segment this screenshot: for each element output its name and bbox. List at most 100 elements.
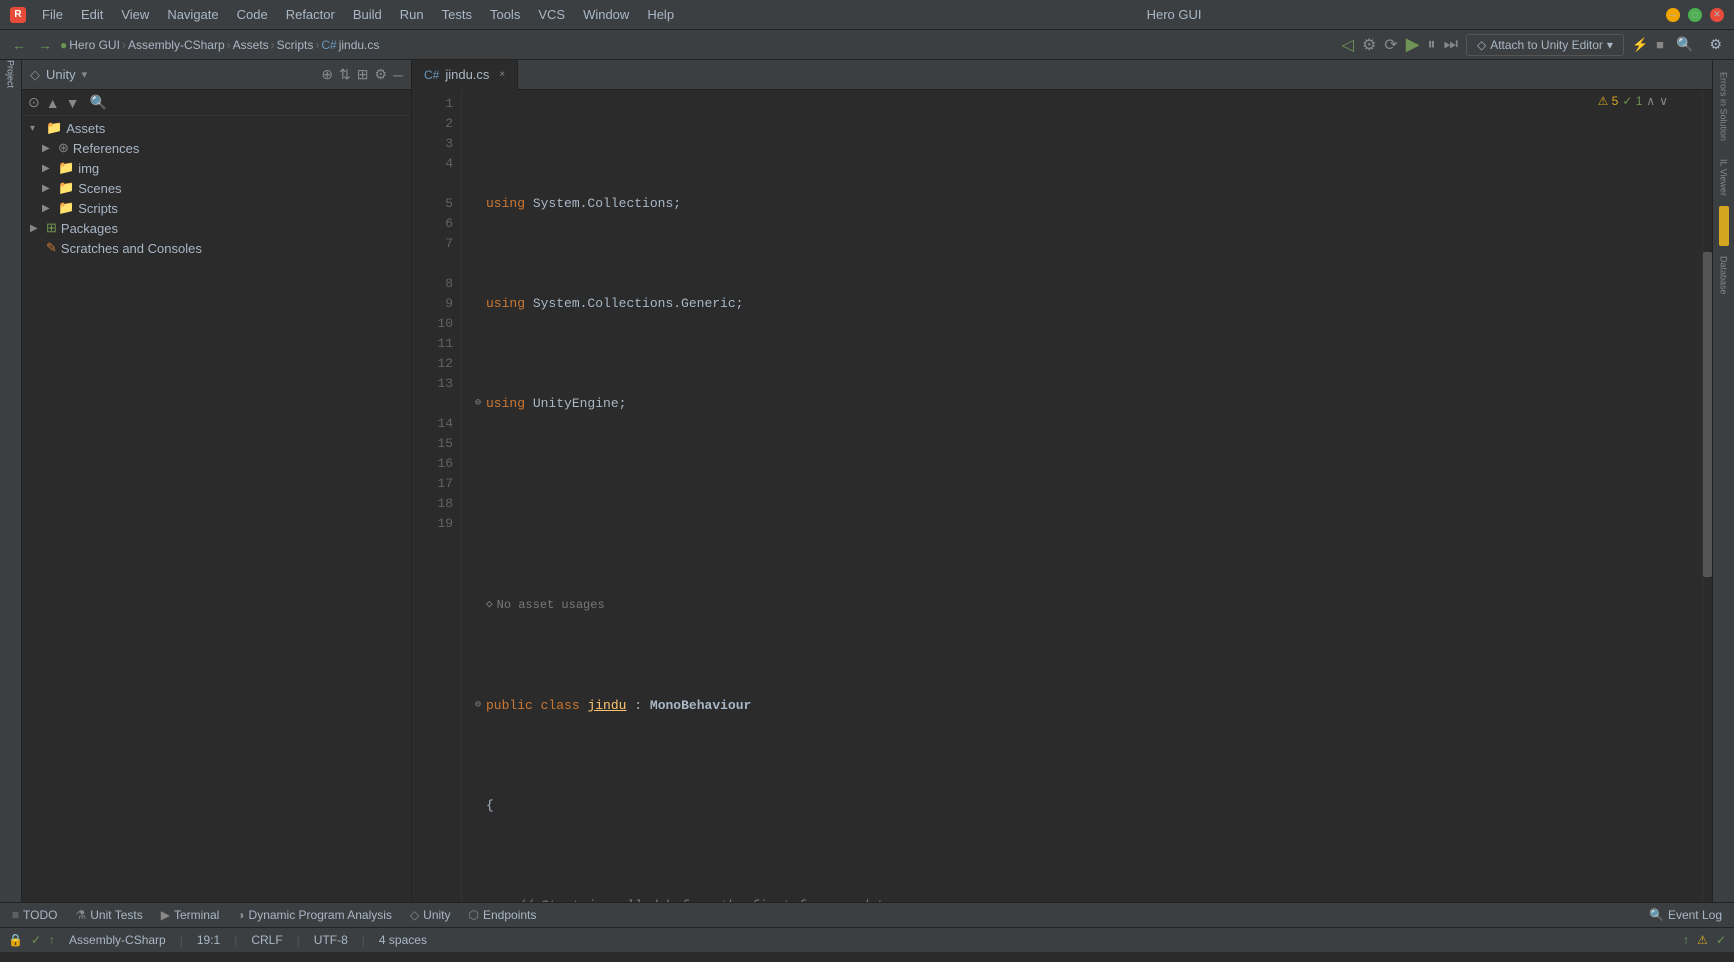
database-scroll-indicator[interactable] (1719, 206, 1729, 246)
tab-csharp-icon: C# (424, 68, 439, 82)
bottom-tab-dpa[interactable]: ◑ Dynamic Program Analysis (229, 906, 400, 924)
nav-plugin-icon[interactable]: ⚡ (1632, 37, 1648, 53)
line-num-13: 13 (416, 374, 453, 394)
sort-icon[interactable]: ⇅ (339, 66, 351, 83)
tab-close-icon[interactable]: × (499, 69, 505, 80)
fold-3[interactable]: ⊖ (470, 394, 486, 414)
project-header-icons: ⊕ ⇅ ⊞ ⚙ ─ (321, 66, 403, 83)
menu-help[interactable]: Help (639, 5, 682, 24)
bottom-tab-todo[interactable]: ≡ TODO (4, 906, 65, 924)
tree-item-img[interactable]: ▶ 📁 img (22, 158, 411, 178)
nav-forward-icon[interactable]: → (34, 35, 56, 55)
menu-bar: File Edit View Navigate Code Refactor Bu… (34, 5, 682, 24)
status-git-icon: ↑ (1683, 933, 1689, 947)
line-num-14: 14 (416, 414, 453, 434)
error-nav-down[interactable]: ∨ (1659, 94, 1668, 108)
toolbar-copy-icon[interactable]: ⊙ (28, 94, 40, 111)
ok-count[interactable]: ✓ 1 (1622, 94, 1642, 108)
filter-icon[interactable]: ⊞ (357, 66, 369, 83)
attach-to-unity-button[interactable]: ◇ Attach to Unity Editor ▾ (1466, 34, 1624, 56)
fold-5[interactable]: ⊖ (470, 696, 486, 716)
tree-item-references[interactable]: ▶ ⊛ References (22, 138, 411, 158)
close-button[interactable]: ✕ (1710, 8, 1724, 22)
breadcrumb-assets[interactable]: Assets (233, 38, 269, 52)
nav-run-button[interactable]: ▶ (1406, 34, 1420, 55)
il-viewer-label[interactable]: IL Viewer (1717, 151, 1731, 204)
minimize-button[interactable]: ─ (1666, 8, 1680, 22)
close-panel-icon[interactable]: ─ (393, 67, 403, 83)
img-label: img (78, 161, 99, 176)
nav-debug-settings[interactable]: ⚙ (1362, 35, 1376, 55)
status-indent[interactable]: 4 spaces (373, 933, 433, 947)
packages-label: Packages (61, 221, 118, 236)
todo-icon: ≡ (12, 908, 19, 922)
tree-arrow-scenes: ▶ (42, 183, 54, 194)
database-label[interactable]: Database (1717, 248, 1731, 303)
menu-tools[interactable]: Tools (482, 5, 528, 24)
breadcrumb-file[interactable]: jindu.cs (339, 38, 380, 52)
editor-scrollbar[interactable] (1702, 90, 1712, 902)
bottom-tab-endpoints[interactable]: ⬡ Endpoints (461, 906, 545, 924)
status-assembly[interactable]: Assembly-CSharp (63, 933, 172, 947)
menu-refactor[interactable]: Refactor (278, 5, 343, 24)
unity-dropdown-arrow[interactable]: ▾ (82, 68, 88, 81)
left-strip-project[interactable]: Project (1, 64, 21, 84)
status-position[interactable]: 19:1 (191, 933, 226, 947)
tree-item-scenes[interactable]: ▶ 📁 Scenes (22, 178, 411, 198)
editor-tab-jindu[interactable]: C# jindu.cs × (412, 60, 518, 90)
menu-build[interactable]: Build (345, 5, 390, 24)
tree-item-assets[interactable]: ▾ 📁 Assets (22, 118, 411, 138)
nav-debug-back[interactable]: ◁ (1342, 35, 1354, 55)
menu-file[interactable]: File (34, 5, 71, 24)
toolbar-expand-icon[interactable]: ▼ (66, 95, 80, 111)
app-logo: R (10, 7, 26, 23)
breadcrumb-herogui-label[interactable]: Hero GUI (69, 38, 120, 52)
nav-right-icons: ◁ ⚙ ⟳ ▶ ⏸ ⏭ ◇ Attach to Unity Editor ▾ ⚡… (1342, 34, 1726, 56)
error-nav-up[interactable]: ∧ (1646, 94, 1655, 108)
nav-back-icon[interactable]: ← (8, 35, 30, 55)
nav-debug-reload[interactable]: ⟳ (1384, 35, 1397, 55)
status-encoding[interactable]: UTF-8 (308, 933, 354, 947)
nav-pause-button[interactable]: ⏸ (1428, 36, 1436, 54)
bottom-tab-terminal[interactable]: ▶ Terminal (153, 906, 228, 924)
menu-vcs[interactable]: VCS (530, 5, 573, 24)
warning-count[interactable]: ⚠ 5 (1598, 94, 1619, 108)
status-ok-icon: ✓ (31, 933, 41, 947)
unity-panel-icon: ◇ (30, 67, 40, 83)
menu-window[interactable]: Window (575, 5, 637, 24)
maximize-button[interactable]: □ (1688, 8, 1702, 22)
line-numbers: 1 2 3 4 · 5 6 7 · 8 9 10 11 12 13 · 14 1… (412, 90, 462, 902)
code-editor[interactable]: ⚠ 5 ✓ 1 ∧ ∨ 1 2 3 4 · 5 6 7 · 8 9 10 11 … (412, 90, 1712, 902)
scope-icon[interactable]: ⊕ (321, 66, 333, 83)
breadcrumb-herogui[interactable]: ● (60, 38, 67, 52)
tree-arrow-scripts: ▶ (42, 203, 54, 214)
nav-bar: ← → ● Hero GUI › Assembly-CSharp › Asset… (0, 30, 1734, 60)
nav-settings-icon[interactable]: ⚙ (1705, 34, 1726, 55)
menu-tests[interactable]: Tests (434, 5, 480, 24)
tree-item-scripts[interactable]: ▶ 📁 Scripts (22, 198, 411, 218)
menu-code[interactable]: Code (229, 5, 276, 24)
nav-search-icon[interactable]: 🔍 (1672, 34, 1697, 55)
title-bar-left: R File Edit View Navigate Code Refactor … (10, 5, 682, 24)
bottom-tab-unity[interactable]: ◇ Unity (402, 906, 459, 924)
bottom-tab-event-log[interactable]: 🔍 Event Log (1641, 906, 1730, 924)
tree-item-packages[interactable]: ▶ ⊞ Packages (22, 218, 411, 238)
breadcrumb-scripts[interactable]: Scripts (277, 38, 314, 52)
scroll-thumb[interactable] (1703, 252, 1712, 577)
menu-navigate[interactable]: Navigate (159, 5, 226, 24)
bottom-tab-unit-tests[interactable]: ⚗ Unit Tests (67, 906, 150, 924)
errors-in-solution-label[interactable]: Errors in Solution (1717, 64, 1731, 149)
toolbar-collapse-icon[interactable]: ▲ (46, 95, 60, 111)
menu-view[interactable]: View (113, 5, 157, 24)
status-line-ending[interactable]: CRLF (245, 933, 288, 947)
code-content[interactable]: using System.Collections; using System.C… (462, 90, 1702, 902)
breadcrumb-assembly[interactable]: Assembly-CSharp (128, 38, 225, 52)
nav-stop-button[interactable]: ⏭ (1444, 36, 1458, 54)
menu-edit[interactable]: Edit (73, 5, 111, 24)
nav-record-icon[interactable]: ■ (1656, 37, 1664, 52)
tree-item-scratches[interactable]: ✎ Scratches and Consoles (22, 238, 411, 258)
line-num-4: 4 (416, 154, 453, 174)
settings-panel-icon[interactable]: ⚙ (375, 66, 388, 83)
menu-run[interactable]: Run (392, 5, 432, 24)
toolbar-search-icon[interactable]: 🔍 (89, 94, 106, 111)
